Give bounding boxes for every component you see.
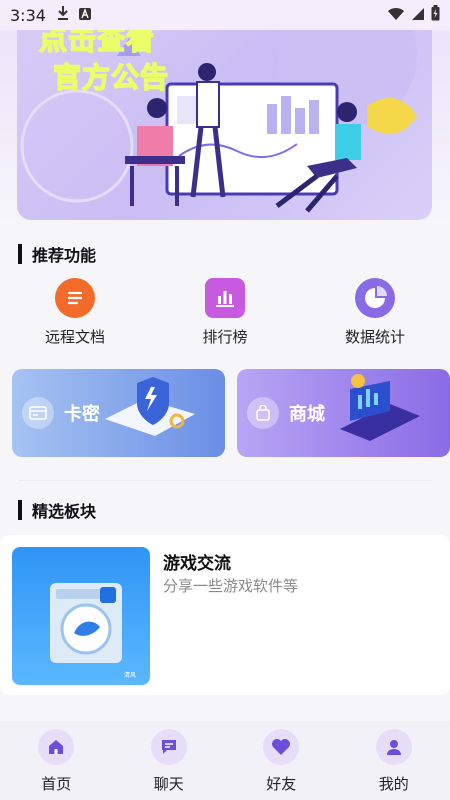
document-icon (55, 278, 95, 318)
feature-label: 排行榜 (202, 328, 248, 346)
home-icon (38, 729, 75, 765)
nav-chat[interactable]: 聊天 (113, 721, 226, 800)
banner-title-line2: 官方公告 (52, 60, 170, 95)
card-shop-illustration (340, 374, 420, 441)
section-bar (18, 244, 22, 264)
feature-label: 远程文档 (44, 328, 105, 346)
section-title: 推荐功能 (32, 246, 97, 265)
section-header-featured: 精选板块 (18, 498, 96, 522)
card-kami[interactable]: 卡密 (12, 369, 225, 457)
user-icon (375, 729, 412, 765)
status-bar: 3:34 (0, 0, 450, 30)
featured-block-card[interactable]: 清风 游戏交流 分享一些游戏软件等 (0, 535, 450, 695)
game-exchange-thumbnail: 清风 (12, 547, 150, 685)
nav-label: 首页 (41, 775, 72, 793)
announcement-banner[interactable]: 点击查看 官方公告 (17, 16, 432, 220)
bottom-nav: 首页 聊天 好友 我的 (0, 721, 450, 800)
feature-remote-docs[interactable]: 远程文档 (0, 278, 150, 348)
bar-chart-icon (205, 278, 245, 318)
card-kami-illustration (105, 377, 195, 436)
pie-chart-icon (355, 278, 395, 318)
signal-icon (411, 6, 425, 25)
nav-label: 我的 (378, 775, 409, 793)
battery-icon (431, 5, 440, 25)
section-title: 精选板块 (32, 502, 97, 521)
feature-statistics[interactable]: 数据统计 (300, 278, 450, 348)
banner-area: 点击查看 官方公告 (0, 0, 450, 230)
block-description: 分享一些游戏软件等 (163, 577, 299, 595)
feature-grid: 远程文档 排行榜 数据统计 (0, 278, 450, 348)
heart-icon (263, 729, 300, 765)
divider (18, 480, 432, 481)
wifi-icon (387, 6, 405, 25)
status-time: 3:34 (10, 5, 46, 25)
nav-friends[interactable]: 好友 (225, 721, 338, 800)
section-bar (18, 500, 22, 520)
nav-mine[interactable]: 我的 (338, 721, 450, 800)
card-shop[interactable]: 商城 (237, 369, 450, 457)
nav-label: 好友 (266, 775, 297, 793)
shopping-bag-icon (247, 397, 279, 429)
app-badge-icon (78, 6, 92, 25)
feature-leaderboard[interactable]: 排行榜 (150, 278, 300, 348)
svg-text:清风: 清风 (124, 671, 136, 679)
block-title: 游戏交流 (163, 554, 231, 574)
card-icon (22, 397, 54, 429)
download-icon (56, 5, 70, 25)
nav-label: 聊天 (153, 775, 184, 793)
chat-icon (150, 729, 187, 765)
section-header-recommended: 推荐功能 (18, 242, 96, 266)
nav-home[interactable]: 首页 (0, 721, 113, 800)
feature-label: 数据统计 (344, 328, 405, 346)
